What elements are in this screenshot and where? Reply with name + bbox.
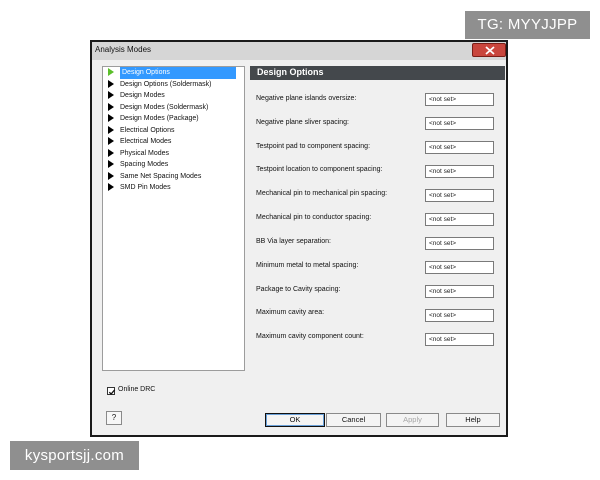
field-label: Negative plane islands oversize:	[256, 95, 357, 102]
expand-arrow-icon	[108, 183, 114, 191]
tree-item-electrical-modes[interactable]: Electrical Modes	[103, 136, 244, 148]
mech-pin-to-conductor-spacing-input[interactable]: <not set>	[425, 213, 494, 226]
tree-item-design-modes[interactable]: Design Modes	[103, 90, 244, 102]
tree-item-spacing-modes[interactable]: Spacing Modes	[103, 159, 244, 171]
expand-arrow-icon	[108, 68, 114, 76]
testpoint-pad-component-spacing-input[interactable]: <not set>	[425, 141, 494, 154]
expand-arrow-icon	[108, 79, 114, 88]
tree-item-physical-modes[interactable]: Physical Modes	[103, 148, 244, 160]
package-to-cavity-spacing-input[interactable]: <not set>	[425, 285, 494, 298]
tree-item-smd-pin-modes[interactable]: SMD Pin Modes	[103, 182, 244, 194]
field-label: Maximum cavity area:	[256, 309, 325, 316]
design-options-panel: Design Options Negative plane islands ov…	[250, 66, 506, 371]
field-label: Testpoint pad to component spacing:	[256, 143, 371, 150]
testpoint-location-component-spacing-input[interactable]: <not set>	[425, 165, 494, 178]
tree-item-electrical-options[interactable]: Electrical Options	[103, 125, 244, 137]
expand-arrow-icon	[108, 114, 114, 122]
panel-title: Design Options	[257, 67, 324, 77]
expand-arrow-icon	[108, 171, 114, 180]
modes-tree: Design Options Design Options (Soldermas…	[102, 66, 245, 371]
close-x-icon	[485, 46, 495, 55]
context-help-button[interactable]: ?	[106, 411, 122, 425]
close-button[interactable]	[472, 43, 506, 57]
help-button[interactable]: Help	[446, 413, 500, 427]
ok-button[interactable]: OK	[265, 413, 325, 427]
checkmark-icon	[108, 389, 116, 395]
expand-arrow-icon	[108, 148, 114, 157]
negative-plane-sliver-spacing-input[interactable]: <not set>	[425, 117, 494, 130]
tree-item-design-modes-package[interactable]: Design Modes (Package)	[103, 113, 244, 125]
tree-item-design-options-soldermask[interactable]: Design Options (Soldermask)	[103, 79, 244, 91]
field-label: Mechanical pin to mechanical pin spacing…	[256, 190, 388, 197]
bb-via-layer-separation-input[interactable]: <not set>	[425, 237, 494, 250]
title-bar[interactable]: Analysis Modes	[92, 42, 506, 60]
max-cavity-area-input[interactable]: <not set>	[425, 309, 494, 322]
field-label: Package to Cavity spacing:	[256, 286, 341, 293]
tree-item-design-modes-soldermask[interactable]: Design Modes (Soldermask)	[103, 102, 244, 114]
negative-plane-islands-oversize-input[interactable]: <not set>	[425, 93, 494, 106]
field-label: Negative plane sliver spacing:	[256, 119, 349, 126]
analysis-modes-dialog: Analysis Modes Design Options Design Opt…	[90, 40, 508, 437]
expand-arrow-icon	[108, 91, 114, 99]
min-metal-to-metal-spacing-input[interactable]: <not set>	[425, 261, 494, 274]
window-title: Analysis Modes	[95, 45, 152, 54]
panel-header: Design Options	[250, 66, 505, 80]
online-drc-checkbox[interactable]	[107, 387, 116, 395]
watermark-top: TG: MYYJJPP	[465, 11, 590, 39]
apply-button[interactable]: Apply	[386, 413, 439, 427]
tree-item-same-net-spacing-modes[interactable]: Same Net Spacing Modes	[103, 171, 244, 183]
field-label: Mechanical pin to conductor spacing:	[256, 214, 372, 221]
online-drc-label: Online DRC	[118, 386, 156, 393]
expand-arrow-icon	[108, 125, 114, 134]
cancel-button[interactable]: Cancel	[326, 413, 381, 427]
watermark-bottom: kysportsjj.com	[10, 441, 139, 470]
field-label: Minimum metal to metal spacing:	[256, 262, 359, 269]
expand-arrow-icon	[108, 102, 114, 111]
field-label: BB Via layer separation:	[256, 238, 331, 245]
dialog-body: Design Options Design Options (Soldermas…	[92, 60, 506, 435]
max-cavity-component-count-input[interactable]: <not set>	[425, 333, 494, 346]
field-label: Maximum cavity component count:	[256, 333, 364, 340]
tree-item-design-options[interactable]: Design Options	[103, 67, 244, 79]
expand-arrow-icon	[108, 160, 114, 168]
field-label: Testpoint location to component spacing:	[256, 166, 383, 173]
expand-arrow-icon	[108, 137, 114, 145]
mech-pin-to-mech-pin-spacing-input[interactable]: <not set>	[425, 189, 494, 202]
